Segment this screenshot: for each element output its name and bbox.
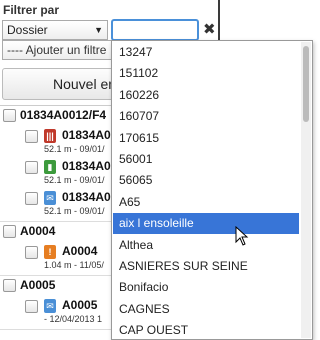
item-subtitle: - 12/04/2013 1 — [44, 314, 103, 324]
item-checkbox[interactable] — [25, 300, 38, 313]
dropdown-arrow-icon: ▼ — [94, 25, 103, 35]
item-subtitle: 1.04 m - 11/05/ — [44, 260, 104, 270]
item-checkbox[interactable] — [25, 192, 38, 205]
mouse-cursor-icon — [235, 226, 249, 246]
item-subtitle: 52.1 m - 09/01/ — [44, 206, 105, 216]
dropdown-option[interactable]: 170615 — [113, 128, 299, 149]
dropdown-option[interactable]: CAP OUEST — [113, 320, 299, 339]
green-marker-icon: ▮ — [44, 160, 56, 174]
group-checkbox[interactable] — [3, 279, 16, 292]
item-label[interactable]: 01834A0 — [62, 159, 111, 173]
dropdown-option[interactable]: CAGNES — [113, 299, 299, 320]
group-label[interactable]: A0005 — [20, 278, 55, 292]
filter-type-select[interactable]: Dossier ▼ — [2, 20, 108, 40]
orange-pin-icon: ! — [44, 245, 56, 259]
dropdown-option[interactable]: aix l ensoleille — [113, 213, 299, 235]
item-checkbox[interactable] — [25, 246, 38, 259]
filter-type-value: Dossier — [7, 23, 48, 37]
filter-dropdown-list: 13247 151102 160226 160707 170615 56001 56065 A… — [111, 40, 313, 340]
dropdown-option[interactable]: A65 — [113, 192, 299, 213]
dropdown-option[interactable]: ASNIERES SUR SEINE — [113, 256, 299, 277]
item-label[interactable]: 01834A0 — [62, 128, 111, 142]
item-subtitle: 52.1 m - 09/01/ — [44, 144, 105, 154]
filter-search-input[interactable] — [111, 19, 199, 41]
group-checkbox[interactable] — [3, 109, 16, 122]
group-checkbox[interactable] — [3, 225, 16, 238]
item-label[interactable]: A0004 — [62, 244, 97, 258]
clear-icon[interactable]: ✖ — [203, 21, 216, 39]
dropdown-scrollbar[interactable] — [301, 42, 311, 338]
add-filter-select[interactable]: ---- Ajouter un filtre — [2, 40, 122, 60]
blue-mail-icon: ✉ — [44, 191, 56, 205]
dropdown-option[interactable]: 160226 — [113, 85, 299, 106]
item-checkbox[interactable] — [25, 161, 38, 174]
dropdown-option[interactable]: 56065 — [113, 170, 299, 191]
item-label[interactable]: 01834A0 — [62, 190, 111, 204]
scrollbar-thumb[interactable] — [303, 46, 309, 122]
item-subtitle: 52.1 m - 09/01/ — [44, 175, 105, 185]
dropdown-option[interactable]: 160707 — [113, 106, 299, 127]
group-label[interactable]: 01834A0012/F4 — [20, 108, 106, 122]
dropdown-option[interactable]: 151102 — [113, 63, 299, 84]
blue-mail-icon: ✉ — [44, 299, 56, 313]
dropdown-option[interactable]: 13247 — [113, 42, 299, 63]
dropdown-option[interactable]: Bonifacio — [113, 277, 299, 298]
dropdown-option[interactable]: 56001 — [113, 149, 299, 170]
dropdown-option[interactable]: Althea — [113, 235, 299, 256]
group-label[interactable]: A0004 — [20, 224, 55, 238]
red-barcode-icon: ||| — [44, 129, 56, 143]
item-checkbox[interactable] — [25, 130, 38, 143]
item-label[interactable]: A0005 — [62, 298, 97, 312]
filter-label: Filtrer par — [3, 3, 60, 17]
